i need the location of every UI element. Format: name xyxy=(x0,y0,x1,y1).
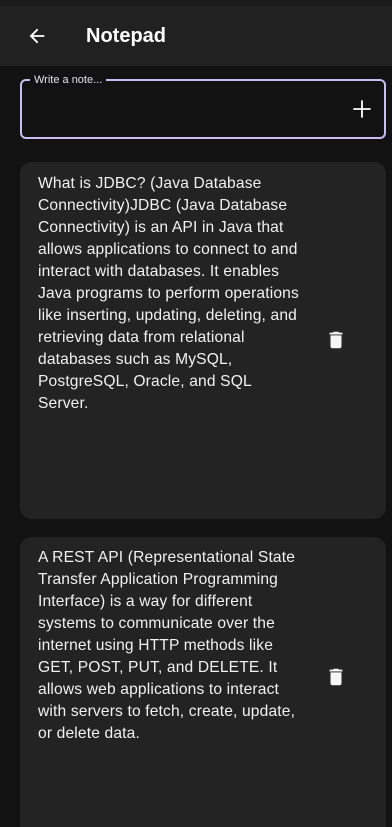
arrow-left-icon xyxy=(29,28,45,44)
app-bar: Notepad xyxy=(0,6,392,66)
trash-icon xyxy=(329,668,343,686)
trash-icon xyxy=(329,331,343,349)
note-text: A REST API (Representational State Trans… xyxy=(38,549,296,742)
back-button[interactable] xyxy=(20,19,54,53)
plus-icon xyxy=(353,100,371,118)
note-input-field[interactable]: Write a note... xyxy=(20,72,386,139)
note-text: What is JDBC? (Java Database Connectivit… xyxy=(38,175,299,412)
note-card: What is JDBC? (Java Database Connectivit… xyxy=(20,162,386,519)
page-title: Notepad xyxy=(86,25,166,47)
note-input-label: Write a note... xyxy=(30,72,107,88)
delete-note-button[interactable] xyxy=(322,326,350,354)
delete-note-button[interactable] xyxy=(322,663,350,691)
add-note-button[interactable] xyxy=(348,95,376,123)
note-input[interactable] xyxy=(34,95,338,125)
note-card: A REST API (Representational State Trans… xyxy=(20,537,386,827)
